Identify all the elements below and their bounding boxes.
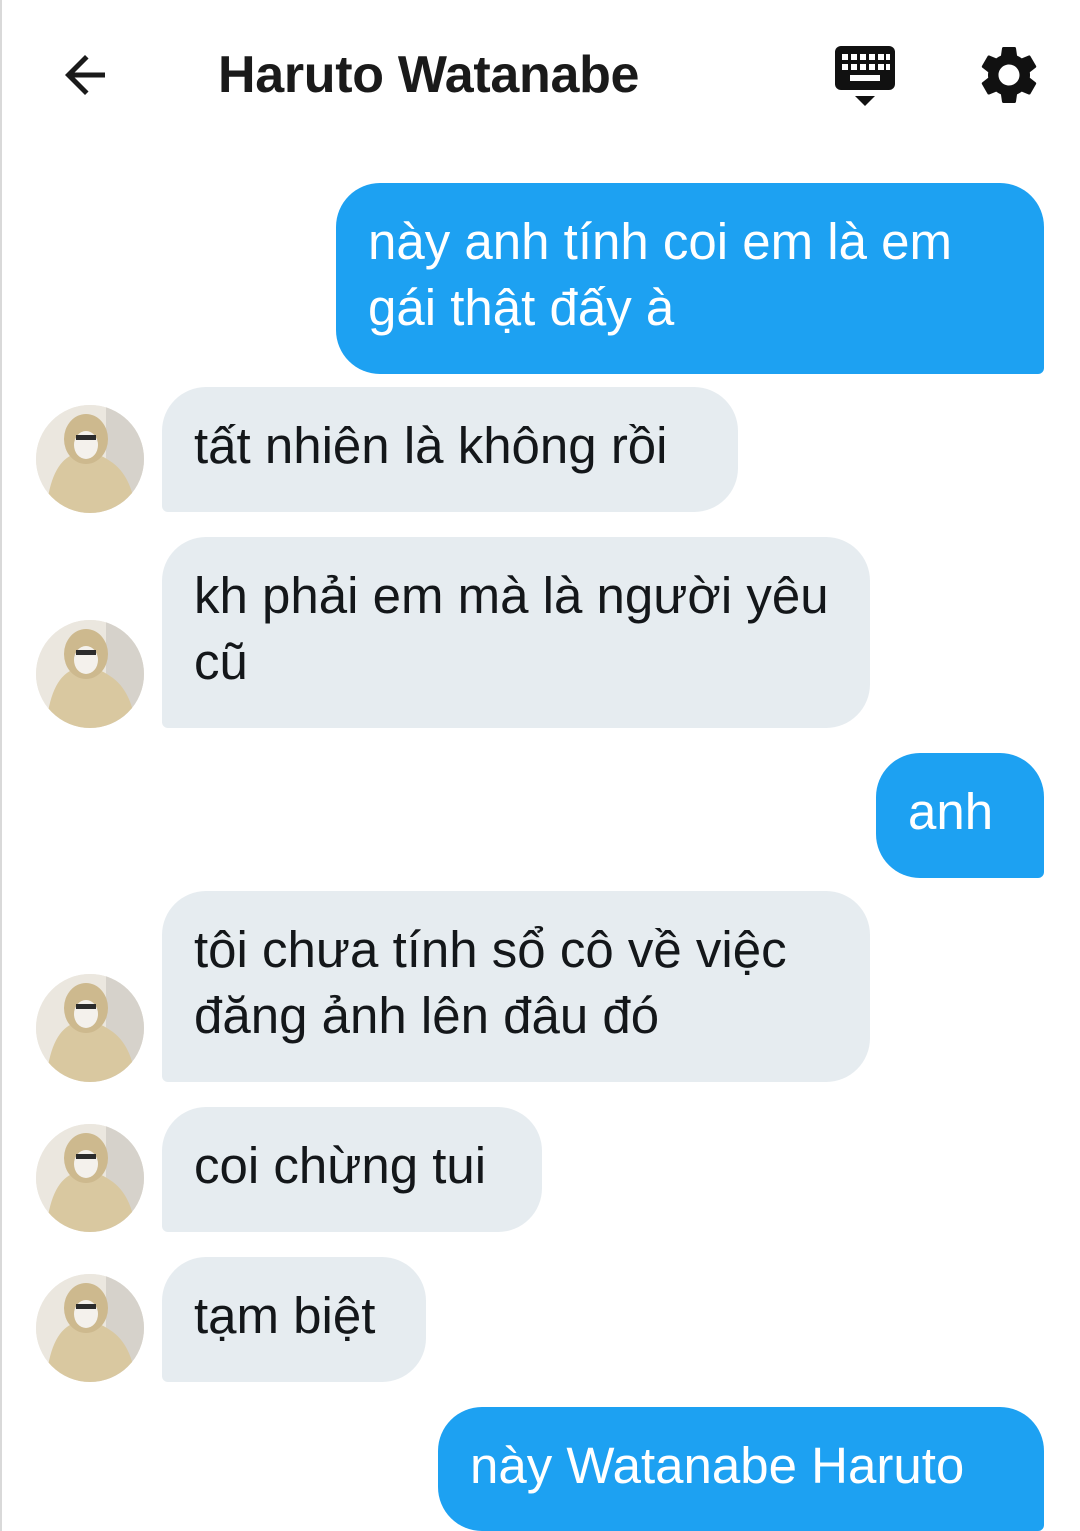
message-bubble-incoming[interactable]: tôi chưa tính sổ cô về việc đăng ảnh lên… — [162, 891, 870, 1082]
conversation-header: Haruto Watanabe — [0, 0, 1080, 150]
avatar-photo — [36, 1274, 144, 1382]
message-bubble-incoming[interactable]: kh phải em mà là người yêu cũ — [162, 537, 870, 728]
contact-avatar[interactable] — [36, 405, 144, 513]
message-bubble-outgoing[interactable]: anh — [876, 753, 1044, 878]
message-text: coi chừng tui — [194, 1137, 487, 1194]
message-text: anh — [908, 783, 994, 840]
contact-avatar[interactable] — [36, 974, 144, 1082]
message-bubble-incoming[interactable]: tất nhiên là không rồi — [162, 387, 738, 512]
message-bubble-incoming[interactable]: coi chừng tui — [162, 1107, 542, 1232]
avatar-photo — [36, 405, 144, 513]
message-text: này Watanabe Haruto — [470, 1437, 965, 1494]
contact-avatar[interactable] — [36, 1274, 144, 1382]
message-text: tôi chưa tính sổ cô về việc đăng ảnh lên… — [194, 921, 787, 1044]
arrow-left-icon — [65, 55, 105, 95]
keyboard-icon — [835, 46, 895, 106]
message-text: này anh tính coi em là em gái thật đấy à — [368, 213, 952, 336]
message-bubble-incoming[interactable]: tạm biệt — [162, 1257, 426, 1382]
settings-button[interactable] — [974, 40, 1044, 110]
message-bubble-outgoing[interactable]: này anh tính coi em là em gái thật đấy à — [336, 183, 1044, 374]
avatar-photo — [36, 620, 144, 728]
gear-icon — [981, 46, 1037, 103]
message-bubble-outgoing[interactable]: này Watanabe Haruto — [438, 1407, 1044, 1531]
contact-avatar[interactable] — [36, 620, 144, 728]
keyboard-toggle-button[interactable] — [830, 42, 900, 112]
message-text: tất nhiên là không rồi — [194, 417, 668, 474]
avatar-photo — [36, 974, 144, 1082]
message-text: kh phải em mà là người yêu cũ — [194, 567, 829, 690]
avatar-photo — [36, 1124, 144, 1232]
contact-avatar[interactable] — [36, 1124, 144, 1232]
contact-name: Haruto Watanabe — [218, 46, 640, 104]
back-button[interactable] — [52, 42, 118, 108]
window-edge — [0, 0, 2, 1531]
message-text: tạm biệt — [194, 1287, 376, 1344]
